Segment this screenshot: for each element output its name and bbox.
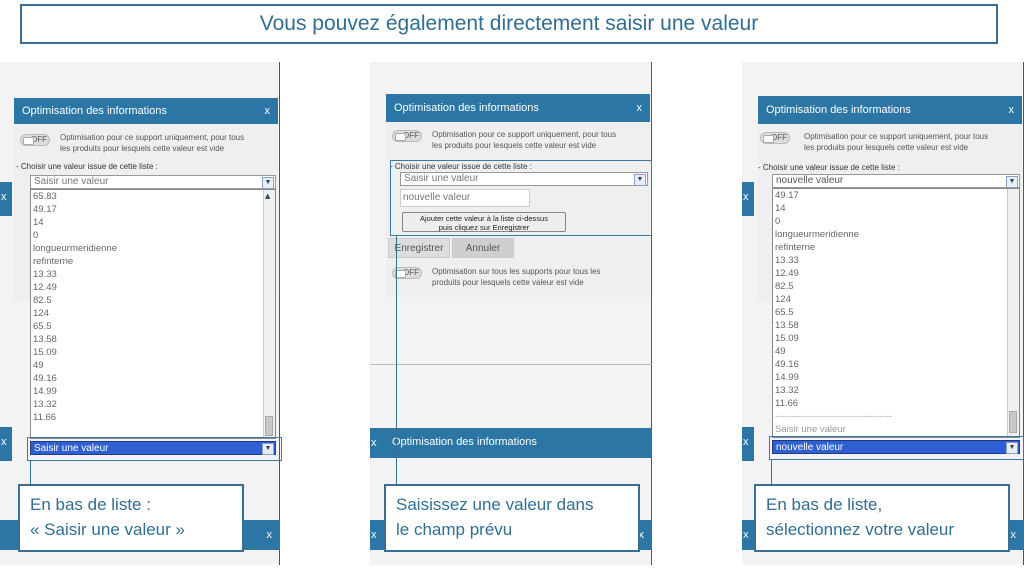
- list-item[interactable]: 49: [31, 359, 275, 372]
- list-item[interactable]: 65.5: [31, 320, 275, 333]
- list-item[interactable]: 49.17: [31, 203, 275, 216]
- list-item[interactable]: 124: [31, 307, 275, 320]
- list-item[interactable]: 15.09: [773, 332, 1019, 345]
- list-item[interactable]: longueurmeridienne: [31, 242, 275, 255]
- close-icon[interactable]: x: [1, 191, 7, 203]
- list-item[interactable]: 14: [773, 202, 1019, 215]
- list-separator: -------------------------------------: [775, 411, 893, 422]
- toggle-support[interactable]: OFF: [760, 132, 790, 144]
- dialog-header: Optimisation des informations x: [386, 94, 650, 122]
- option-support-text: Optimisation pour ce support uniquement,…: [432, 130, 617, 150]
- callout-3: En bas de liste, sélectionnez votre valeu…: [754, 484, 1010, 552]
- list-item[interactable]: 49.16: [773, 358, 1019, 371]
- scrollbar[interactable]: [1007, 189, 1019, 437]
- value-listbox[interactable]: 65.83 49.17 14 0 longueurmeridienne refintern…: [30, 189, 276, 439]
- close-icon[interactable]: x: [1009, 104, 1015, 116]
- close-icon[interactable]: x: [743, 436, 749, 448]
- list-item[interactable]: 14: [31, 216, 275, 229]
- option-support-text: Optimisation pour ce support uniquement,…: [804, 132, 989, 152]
- option-support-text: Optimisation pour ce support uniquement,…: [60, 133, 245, 153]
- value-select[interactable]: nouvelle valeur ▼: [772, 174, 1020, 188]
- list-item[interactable]: 13.33: [773, 254, 1019, 267]
- scroll-up-icon[interactable]: ▲: [265, 192, 270, 200]
- callout-1: En bas de liste : « Saisir une valeur »: [18, 484, 244, 552]
- list-item[interactable]: Saisir une valeur: [773, 423, 1019, 436]
- list-item[interactable]: 82.5: [31, 294, 275, 307]
- list-item[interactable]: 14.99: [31, 385, 275, 398]
- dialog-title: Optimisation des informations: [22, 105, 167, 117]
- save-button[interactable]: Enregistrer: [388, 238, 450, 258]
- chevron-down-icon[interactable]: ▼: [1006, 176, 1018, 188]
- list-item[interactable]: longueurmeridienne: [773, 228, 1019, 241]
- close-icon[interactable]: x: [265, 105, 271, 117]
- list-item[interactable]: 13.32: [773, 384, 1019, 397]
- close-icon[interactable]: x: [371, 437, 377, 449]
- list-item[interactable]: 49.16: [31, 372, 275, 385]
- scrollbar[interactable]: ▲: [263, 190, 275, 438]
- list-item[interactable]: 12.49: [773, 267, 1019, 280]
- list-item[interactable]: refinterne: [773, 241, 1019, 254]
- page-title: Vous pouvez également directement saisir…: [20, 4, 998, 44]
- list-item[interactable]: 49.17: [773, 189, 1019, 202]
- cancel-button[interactable]: Annuler: [452, 238, 514, 258]
- close-icon[interactable]: x: [743, 529, 749, 541]
- close-icon[interactable]: x: [743, 191, 749, 203]
- chevron-down-icon[interactable]: ▼: [262, 177, 274, 189]
- list-item[interactable]: 11.66: [773, 397, 1019, 410]
- dialog-title: Optimisation des informations: [394, 102, 539, 114]
- callout-2: Saisissez une valeur dans le champ prévu: [384, 484, 640, 552]
- value-select[interactable]: Saisir une valeur ▼: [30, 175, 276, 189]
- list-item[interactable]: 49: [773, 345, 1019, 358]
- list-item[interactable]: 0: [31, 229, 275, 242]
- list-item[interactable]: 15.09: [31, 346, 275, 359]
- close-icon[interactable]: x: [267, 529, 273, 541]
- dialog-header: Optimisation des informations x: [758, 96, 1022, 124]
- list-item[interactable]: 14.99: [773, 371, 1019, 384]
- list-item[interactable]: 13.32: [31, 398, 275, 411]
- list-item[interactable]: 65.83: [31, 190, 275, 203]
- dialog-header-2: x Optimisation des informations: [370, 428, 652, 458]
- highlight-frame: [27, 437, 282, 461]
- list-item[interactable]: 11.66: [31, 411, 275, 424]
- highlight-frame: [390, 160, 652, 236]
- choose-label: - Choisir une valeur issue de cette list…: [758, 163, 900, 172]
- list-item[interactable]: 65.5: [773, 306, 1019, 319]
- list-item[interactable]: 124: [773, 293, 1019, 306]
- close-icon[interactable]: x: [637, 102, 643, 114]
- close-icon[interactable]: x: [1011, 529, 1017, 541]
- dialog-title: Optimisation des informations: [766, 104, 911, 116]
- list-item[interactable]: 13.58: [31, 333, 275, 346]
- list-item[interactable]: 13.33: [31, 268, 275, 281]
- list-item[interactable]: 13.58: [773, 319, 1019, 332]
- close-icon[interactable]: x: [1, 436, 7, 448]
- list-item[interactable]: refinterne: [31, 255, 275, 268]
- list-item[interactable]: 82.5: [773, 280, 1019, 293]
- choose-label: - Choisir une valeur issue de cette list…: [16, 162, 158, 171]
- highlight-frame: [769, 436, 1024, 460]
- toggle-support[interactable]: OFF: [392, 130, 422, 142]
- option-all-text: Optimisation sur tous les supports pour …: [432, 267, 601, 287]
- value-listbox[interactable]: 49.17 14 0 longueurmeridienne refinterne 13.3…: [772, 188, 1020, 438]
- list-item[interactable]: 12.49: [31, 281, 275, 294]
- list-item[interactable]: 0: [773, 215, 1019, 228]
- dialog-header: Optimisation des informations x: [14, 98, 278, 124]
- close-icon[interactable]: x: [371, 529, 377, 541]
- toggle-support[interactable]: OFF: [20, 134, 50, 146]
